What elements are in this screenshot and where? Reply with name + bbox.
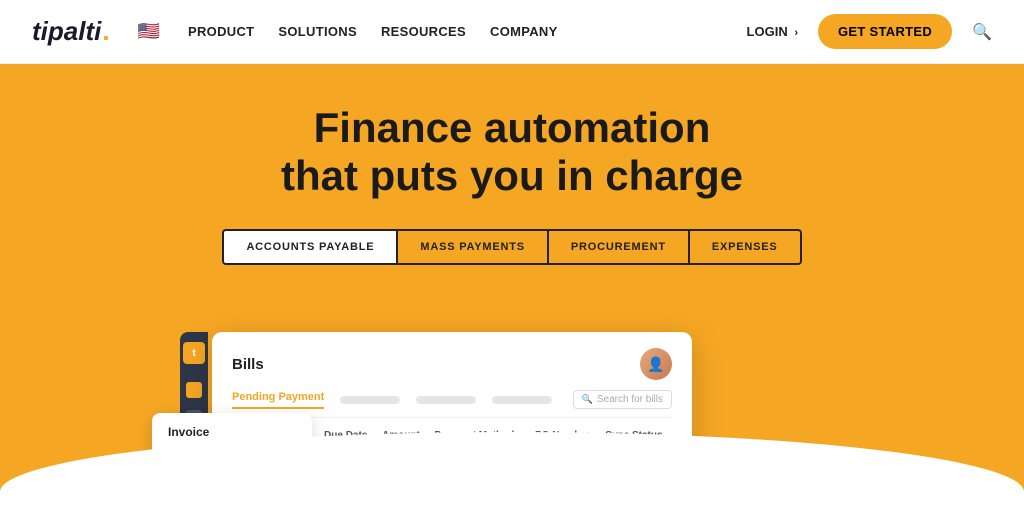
tab-expenses[interactable]: EXPENSES (688, 229, 802, 265)
nav-company[interactable]: COMPANY (490, 24, 558, 39)
hero-section: Finance automation that puts you in char… (0, 64, 1024, 512)
tab-placeholder-3 (492, 396, 552, 404)
bills-search-box[interactable]: 🔍 Search for bills (573, 390, 672, 409)
tab-placeholder-2 (416, 396, 476, 404)
tab-procurement[interactable]: PROCUREMENT (547, 229, 688, 265)
hero-tabs: ACCOUNTS PAYABLE MASS PAYMENTS PROCUREME… (222, 229, 801, 265)
search-box-icon: 🔍 (582, 394, 593, 405)
get-started-button[interactable]: GET STARTED (818, 14, 952, 49)
logo-text: tipalti (32, 16, 101, 47)
logo-dot: . (102, 16, 109, 47)
navbar: tipalti . 🇺🇸 PRODUCT SOLUTIONS RESOURCES… (0, 0, 1024, 64)
sidebar-logo-icon: t (183, 342, 205, 364)
nav-product[interactable]: PRODUCT (188, 24, 254, 39)
hero-text-area: Finance automation that puts you in char… (222, 64, 801, 265)
search-icon[interactable]: 🔍 (972, 22, 992, 42)
tab-accounts-payable[interactable]: ACCOUNTS PAYABLE (222, 229, 396, 265)
flag-icon[interactable]: 🇺🇸 (138, 21, 160, 42)
hero-title: Finance automation that puts you in char… (281, 104, 743, 201)
avatar: 👤 (640, 348, 672, 380)
login-arrow: › (794, 27, 798, 39)
login-link[interactable]: LOGIN › (747, 24, 798, 39)
nav-resources[interactable]: RESOURCES (381, 24, 466, 39)
bills-header: Bills 👤 (232, 348, 672, 380)
nav-solutions[interactable]: SOLUTIONS (278, 24, 357, 39)
search-placeholder: Search for bills (597, 394, 663, 405)
sidebar-icon-active (186, 382, 202, 398)
logo[interactable]: tipalti . (32, 16, 110, 47)
nav-right: LOGIN › GET STARTED 🔍 (747, 14, 992, 49)
nav-links: PRODUCT SOLUTIONS RESOURCES COMPANY (188, 24, 558, 39)
nav-left: tipalti . 🇺🇸 PRODUCT SOLUTIONS RESOURCES… (32, 16, 558, 47)
tab-placeholder-1 (340, 396, 400, 404)
bills-pending-tab[interactable]: Pending Payment (232, 391, 324, 409)
tab-mass-payments[interactable]: MASS PAYMENTS (396, 229, 547, 265)
invoice-title: Invoice (168, 425, 296, 439)
bills-title: Bills (232, 356, 264, 373)
